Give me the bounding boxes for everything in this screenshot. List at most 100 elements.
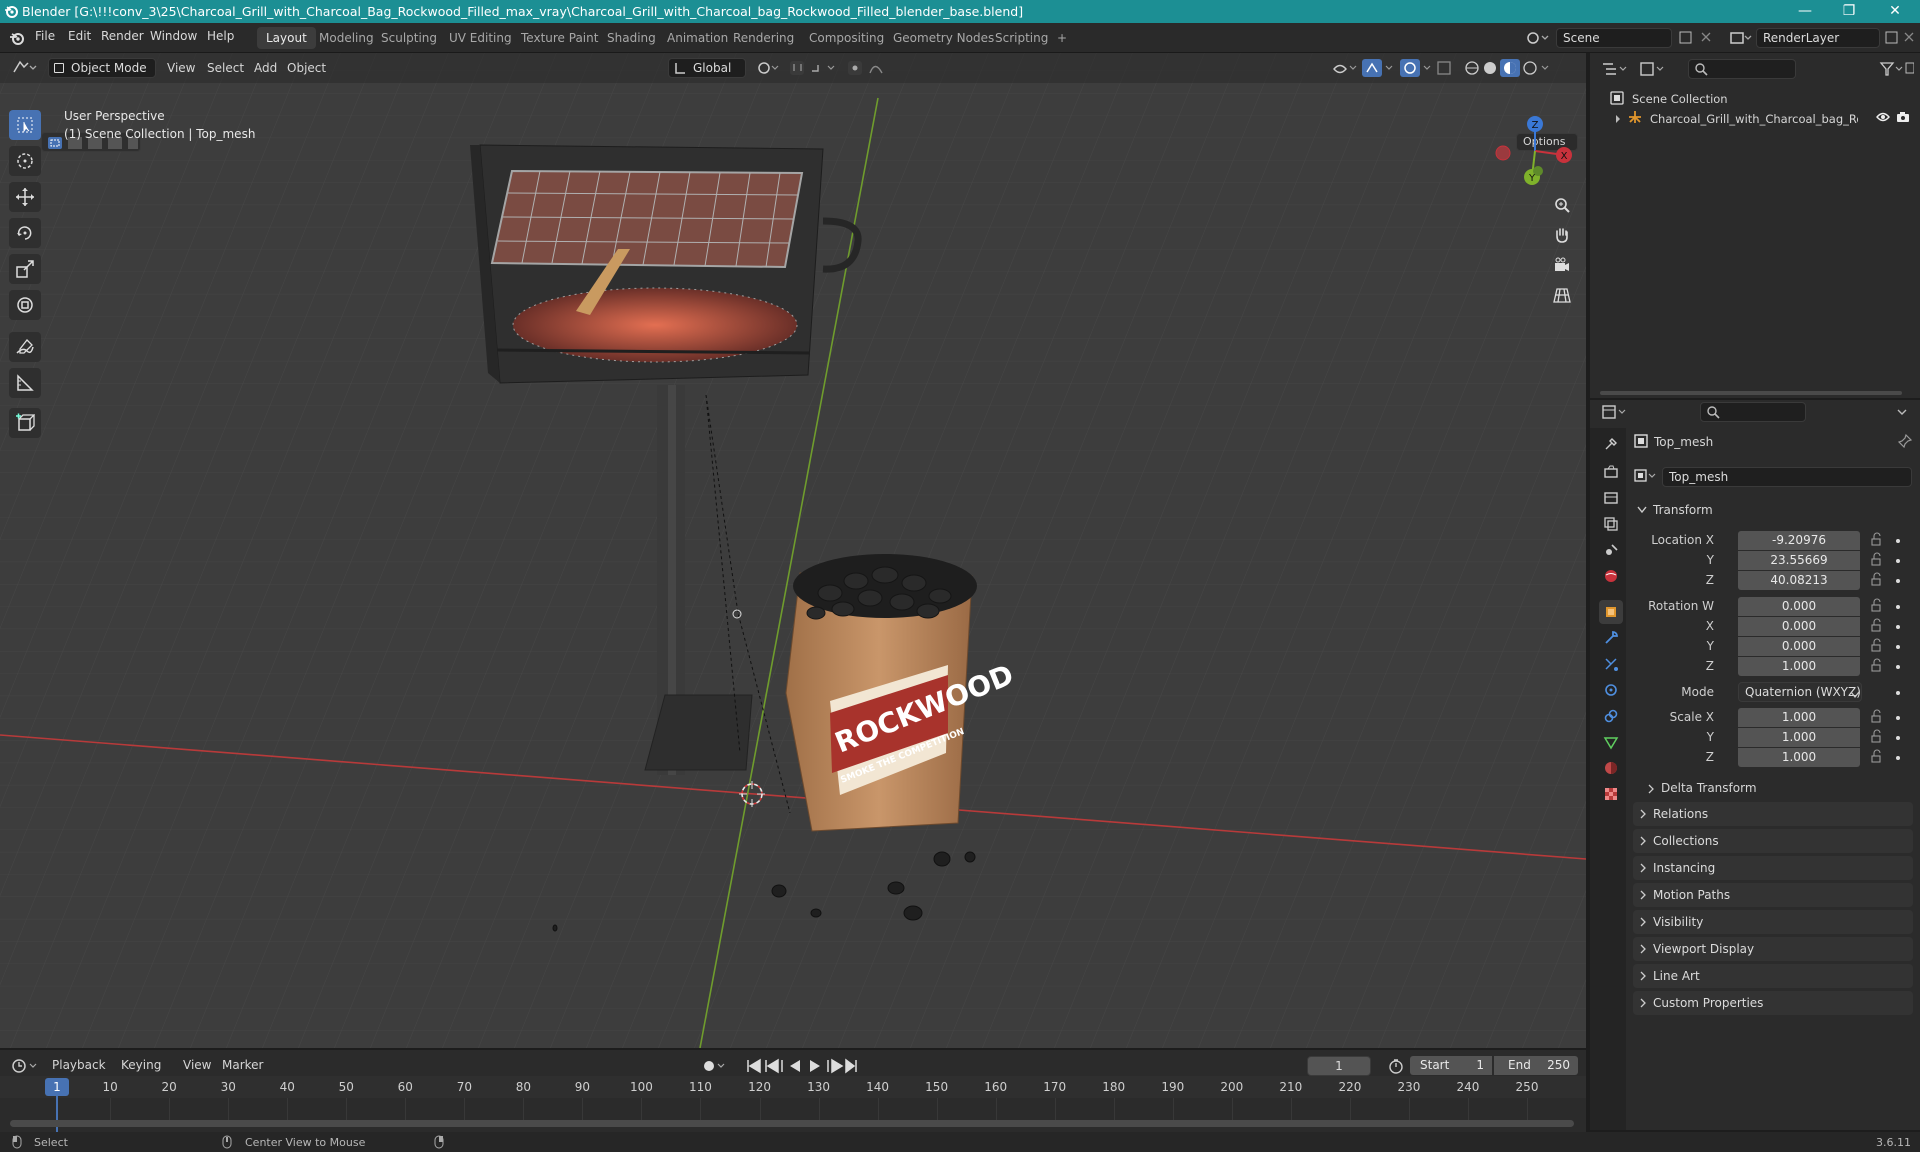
tab-particles-icon[interactable]	[1599, 652, 1623, 676]
panel-instancing[interactable]: Instancing	[1633, 856, 1913, 880]
workspace-tab-layout[interactable]: Layout	[257, 27, 316, 49]
tab-object-icon[interactable]	[1599, 600, 1623, 624]
panel-relations[interactable]: Relations	[1633, 802, 1913, 826]
outliner-editor-icon[interactable]	[1600, 59, 1630, 79]
timeline-menu-keying[interactable]: Keying	[121, 1056, 161, 1075]
scale-y-field[interactable]: 1.000	[1738, 728, 1860, 747]
timeline-scrollbar[interactable]	[10, 1120, 1574, 1127]
scale-z-field[interactable]: 1.000	[1738, 748, 1860, 767]
editor-type-icon[interactable]	[10, 58, 40, 78]
rotation-x-field[interactable]: 0.000	[1738, 617, 1860, 636]
tab-modifier-icon[interactable]	[1599, 626, 1623, 650]
scene-collection-label[interactable]: Scene Collection	[1632, 92, 1728, 106]
tool-rotate[interactable]	[9, 218, 41, 248]
visibility-eye-icon[interactable]	[1876, 111, 1890, 123]
camera-view-icon[interactable]	[1548, 251, 1576, 279]
menu-edit[interactable]: Edit	[68, 29, 91, 43]
tab-data-icon[interactable]	[1599, 730, 1623, 754]
location-z-field[interactable]: 40.08213	[1738, 571, 1860, 590]
tool-annotate[interactable]	[9, 332, 41, 362]
end-frame-field[interactable]: End 250	[1494, 1056, 1578, 1075]
tab-texture-icon[interactable]	[1599, 782, 1623, 806]
viewport-overlay-shading-icons[interactable]	[1328, 57, 1578, 79]
viewport-menu-add[interactable]: Add	[254, 59, 277, 78]
panel-viewport-display[interactable]: Viewport Display	[1633, 937, 1913, 961]
panel-motion-paths[interactable]: Motion Paths	[1633, 883, 1913, 907]
timeline-menu-playback[interactable]: Playback	[52, 1056, 106, 1075]
navigation-gizmo[interactable]: Z X Y	[1490, 111, 1576, 195]
mode-selector[interactable]: Object Mode	[48, 58, 156, 78]
tab-render-icon[interactable]	[1599, 460, 1623, 484]
zoom-icon[interactable]	[1548, 191, 1576, 219]
viewport-menu-object[interactable]: Object	[287, 59, 326, 78]
tool-scale[interactable]	[9, 254, 41, 284]
tab-tool-icon[interactable]	[1599, 432, 1623, 456]
delta-transform-subpanel[interactable]: Delta Transform	[1645, 777, 1913, 799]
tab-view-layer-icon[interactable]	[1599, 512, 1623, 536]
workspace-tab-compositing[interactable]: Compositing	[800, 27, 893, 49]
rotation-mode-select[interactable]: Quaternion (WXYZ)	[1738, 682, 1862, 702]
tab-world-icon[interactable]	[1599, 564, 1623, 588]
location-y-field[interactable]: 23.55669	[1738, 551, 1860, 570]
close-button[interactable]: ✕	[1872, 0, 1918, 23]
workspace-tab-sculpting[interactable]: Sculpting	[372, 27, 446, 49]
workspace-tab-texture-paint[interactable]: Texture Paint	[512, 27, 607, 49]
panel-line-art[interactable]: Line Art	[1633, 964, 1913, 988]
maximize-button[interactable]: ❐	[1826, 0, 1872, 23]
menu-help[interactable]: Help	[207, 29, 234, 43]
perspective-toggle-icon[interactable]	[1548, 281, 1576, 309]
timeline-menu-view[interactable]: View	[183, 1056, 211, 1075]
location-x-field[interactable]: -9.20976	[1738, 531, 1860, 550]
render-layer-buttons[interactable]	[1884, 29, 1918, 47]
timeline-editor-icon[interactable]	[10, 1056, 40, 1076]
outliner-scrollbar[interactable]	[1600, 391, 1902, 395]
stopwatch-icon[interactable]	[1388, 1058, 1404, 1074]
playback-controls[interactable]	[698, 1056, 858, 1076]
workspace-tab-uv-editing[interactable]: UV Editing	[440, 27, 521, 49]
tab-scene-icon[interactable]	[1599, 538, 1623, 562]
3d-viewport[interactable]: ROCKWOOD SMOKE THE COMPETITION Object Mo…	[0, 53, 1586, 1048]
viewport-menu-view[interactable]: View	[167, 59, 195, 78]
scene-buttons[interactable]	[1678, 29, 1724, 47]
scene-type-icon[interactable]	[1524, 28, 1552, 48]
tab-constraints-icon[interactable]	[1599, 704, 1623, 728]
scale-x-field[interactable]: 1.000	[1738, 708, 1860, 727]
tab-output-icon[interactable]	[1599, 486, 1623, 510]
workspace-tab-shading[interactable]: Shading	[598, 27, 665, 49]
pin-icon[interactable]	[1897, 433, 1913, 449]
tab-physics-icon[interactable]	[1599, 678, 1623, 702]
blender-menu-icon[interactable]	[9, 30, 25, 46]
menu-window[interactable]: Window	[150, 29, 197, 43]
filter-icon[interactable]	[1878, 59, 1915, 79]
workspace-tab-scripting[interactable]: Scripting	[986, 27, 1057, 49]
start-frame-field[interactable]: Start 1	[1410, 1056, 1492, 1075]
viewport-menu-select[interactable]: Select	[207, 59, 244, 78]
render-layer-selector[interactable]: RenderLayer	[1756, 28, 1880, 48]
display-mode-icon[interactable]	[1638, 59, 1668, 79]
expand-arrow-icon[interactable]	[1614, 113, 1622, 123]
timeline-menu-marker[interactable]: Marker	[222, 1056, 263, 1075]
pan-hand-icon[interactable]	[1548, 221, 1576, 249]
tab-material-icon[interactable]	[1599, 756, 1623, 780]
rotation-y-field[interactable]: 0.000	[1738, 637, 1860, 656]
workspace-tab-rendering[interactable]: Rendering	[724, 27, 803, 49]
minimize-button[interactable]: —	[1782, 0, 1828, 23]
outliner-item-label[interactable]: Charcoal_Grill_with_Charcoal_bag_Rock	[1650, 112, 1858, 126]
current-frame-field[interactable]: 1	[1307, 1056, 1371, 1076]
properties-options-chevron-icon[interactable]	[1896, 406, 1908, 418]
panel-collections[interactable]: Collections	[1633, 829, 1913, 853]
tool-cursor[interactable]	[9, 146, 41, 176]
tool-move[interactable]	[9, 182, 41, 212]
data-browse-icon[interactable]	[1634, 468, 1658, 484]
render-camera-icon[interactable]	[1896, 111, 1910, 123]
add-workspace-button[interactable]: +	[1048, 27, 1076, 49]
object-name-field[interactable]: Top_mesh	[1662, 467, 1912, 487]
scene-selector[interactable]: Scene	[1556, 28, 1672, 48]
menu-file[interactable]: File	[35, 29, 55, 43]
tool-add-cube[interactable]	[9, 408, 41, 438]
panel-visibility[interactable]: Visibility	[1633, 910, 1913, 934]
snapping-proportional-icons[interactable]	[754, 58, 894, 78]
tool-measure[interactable]	[9, 368, 41, 398]
render-layer-icon[interactable]	[1728, 28, 1754, 48]
transform-panel-header[interactable]: Transform	[1633, 498, 1913, 522]
